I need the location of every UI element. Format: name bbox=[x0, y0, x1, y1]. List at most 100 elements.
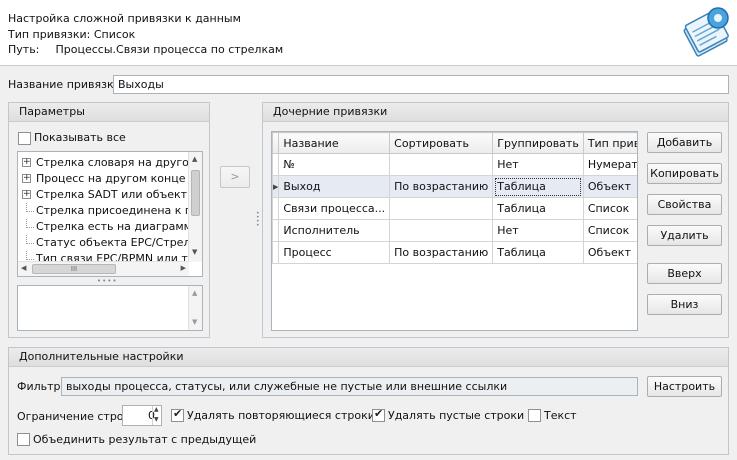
extra-settings-title: Дополнительные настройки bbox=[9, 348, 728, 367]
expand-plus-icon[interactable]: + bbox=[22, 158, 31, 167]
cell-name[interactable]: Процесс bbox=[278, 241, 391, 264]
cell-group[interactable]: Нет bbox=[492, 219, 584, 242]
parameter-description-box[interactable]: ▲ ▼ bbox=[17, 285, 203, 331]
column-header-sort[interactable]: Сортировать bbox=[389, 132, 494, 154]
cell-name[interactable]: Выход bbox=[278, 175, 391, 198]
show-all-checkbox[interactable] bbox=[18, 132, 31, 145]
column-header-group[interactable]: Группировать bbox=[492, 132, 584, 154]
cell-group[interactable]: Таблица bbox=[492, 175, 584, 198]
extra-settings-panel: Дополнительные настройки Фильтр выходы п… bbox=[8, 347, 729, 455]
column-header-type[interactable]: Тип привязки bbox=[582, 132, 637, 154]
tree-item-label: Стрелка есть на диаграмме bbox=[36, 220, 199, 233]
move-to-children-button[interactable]: > bbox=[220, 166, 250, 188]
cell-name[interactable]: № bbox=[278, 153, 391, 176]
panel-splitter[interactable]: •••• bbox=[97, 277, 118, 285]
scroll-up-icon[interactable]: ▲ bbox=[192, 155, 197, 163]
cell-sort[interactable]: По возрастанию bbox=[389, 241, 494, 264]
table-row[interactable]: ▶ Выход По возрастанию Таблица Объект bbox=[272, 175, 637, 198]
binding-type-line: Тип привязки: Список bbox=[8, 28, 135, 41]
delete-button[interactable]: Удалить bbox=[647, 225, 722, 246]
cell-type[interactable]: Объект bbox=[582, 175, 637, 198]
cell-name[interactable]: Исполнитель bbox=[278, 219, 391, 242]
move-down-button[interactable]: Вниз bbox=[647, 294, 722, 315]
tree-item-label: Процесс на другом конце bbox=[36, 172, 186, 185]
tree-item-label: Статус объекта EPC/Стрел bbox=[36, 236, 191, 249]
scroll-right-icon[interactable]: ▶ bbox=[181, 264, 186, 272]
tree-line-icon bbox=[26, 203, 34, 212]
table-row[interactable]: № НетНумератор bbox=[272, 153, 637, 176]
properties-button[interactable]: Свойства bbox=[647, 194, 722, 215]
text-checkbox[interactable] bbox=[528, 409, 541, 422]
tree-line-icon bbox=[26, 219, 34, 228]
desc-scroll-up-icon[interactable]: ▲ bbox=[192, 289, 197, 297]
spinner-buttons[interactable]: ▲ ▼ bbox=[152, 406, 161, 425]
hscroll-thumb[interactable]: III bbox=[32, 264, 116, 274]
copy-button[interactable]: Копировать bbox=[647, 163, 722, 184]
tree-horizontal-scrollbar[interactable]: ◀ III ▶ bbox=[18, 261, 189, 276]
parameters-panel: Параметры Показывать все + Стрелка словар… bbox=[8, 102, 210, 338]
child-bindings-panel: Дочерние привязки Название Сортировать Г… bbox=[262, 102, 729, 338]
cell-sort[interactable] bbox=[389, 197, 494, 220]
parameters-title: Параметры bbox=[9, 103, 209, 122]
scroll-thumb[interactable] bbox=[191, 170, 200, 216]
cell-type[interactable]: Объект bbox=[582, 241, 637, 264]
child-bindings-title: Дочерние привязки bbox=[263, 103, 728, 122]
spin-down-icon[interactable]: ▼ bbox=[154, 416, 159, 423]
path-label: Путь: bbox=[8, 43, 40, 56]
vertical-splitter[interactable]: • • • • bbox=[256, 211, 260, 229]
remove-empty-checkbox[interactable] bbox=[372, 407, 385, 422]
binding-name-label: Название привязки bbox=[8, 78, 121, 91]
child-bindings-grid[interactable]: Название Сортировать Группировать Тип пр… bbox=[271, 131, 638, 331]
cell-type[interactable]: Список bbox=[582, 197, 637, 220]
table-row[interactable]: Процесс По возрастанию Таблица Объект bbox=[272, 241, 637, 264]
path-value: Процессы.Связи процесса по стрелкам bbox=[55, 43, 284, 56]
filter-label: Фильтр bbox=[17, 380, 61, 393]
remove-empty-label: Удалять пустые строки bbox=[388, 409, 525, 422]
row-limit-label: Ограничение строк bbox=[17, 410, 131, 423]
table-row[interactable]: Связи процесса... Таблица Список bbox=[272, 197, 637, 220]
tree-line-icon bbox=[26, 235, 34, 244]
parameters-tree[interactable]: + Стрелка словаря на другом + Процесс на др… bbox=[17, 151, 203, 277]
dialog-title: Настройка сложной привязки к данным bbox=[8, 12, 241, 25]
merge-result-label: Объединить результат с предыдущей bbox=[33, 433, 257, 446]
scroll-left-icon[interactable]: ◀ bbox=[21, 264, 26, 272]
tree-vertical-scrollbar[interactable]: ▲ ▼ bbox=[188, 152, 202, 262]
scroll-down-icon[interactable]: ▼ bbox=[192, 248, 197, 256]
tree-line-icon bbox=[26, 251, 34, 260]
grid-header-row: Название Сортировать Группировать Тип пр… bbox=[272, 132, 637, 154]
remove-duplicates-label: Удалять повторяющиеся строки bbox=[187, 409, 375, 422]
text-label: Текст bbox=[544, 409, 577, 422]
cell-sort[interactable]: По возрастанию bbox=[389, 175, 494, 198]
binding-name-input[interactable]: Выходы bbox=[113, 75, 729, 94]
description-scrollbar[interactable]: ▲ ▼ bbox=[188, 286, 202, 330]
document-settings-icon bbox=[683, 7, 729, 57]
spin-up-icon[interactable]: ▲ bbox=[154, 406, 159, 413]
filter-input[interactable]: выходы процесса, статусы, или служебные … bbox=[61, 377, 638, 396]
tree-item-label: Стрелка присоединена к пр bbox=[36, 204, 200, 217]
show-all-label: Показывать все bbox=[34, 131, 126, 144]
expand-plus-icon[interactable]: + bbox=[22, 174, 31, 183]
add-button[interactable]: Добавить bbox=[647, 132, 722, 153]
expand-plus-icon[interactable]: + bbox=[22, 190, 31, 199]
cell-type[interactable]: Список bbox=[582, 219, 637, 242]
row-limit-spinner[interactable]: 0 ▲ ▼ bbox=[122, 405, 162, 426]
desc-scroll-down-icon[interactable]: ▼ bbox=[192, 318, 197, 326]
table-row[interactable]: Исполнитель Нет Список bbox=[272, 219, 637, 242]
cell-group[interactable]: Таблица bbox=[492, 241, 584, 264]
merge-result-checkbox[interactable] bbox=[17, 433, 30, 446]
binding-type-value: Список bbox=[93, 28, 136, 41]
cell-group[interactable]: Нет bbox=[492, 153, 584, 176]
cell-name[interactable]: Связи процесса... bbox=[278, 197, 391, 220]
remove-duplicates-checkbox[interactable] bbox=[171, 407, 184, 422]
cell-sort[interactable] bbox=[389, 153, 494, 176]
tree-item-label: Стрелка SADT или объект E bbox=[36, 188, 198, 201]
binding-type-label: Тип привязки: bbox=[8, 28, 91, 41]
configure-button[interactable]: Настроить bbox=[647, 376, 722, 397]
tree-item-label: Стрелка словаря на другом bbox=[36, 156, 198, 169]
cell-sort[interactable] bbox=[389, 219, 494, 242]
path-line: Путь: Процессы.Связи процесса по стрелка… bbox=[8, 43, 283, 56]
move-up-button[interactable]: Вверх bbox=[647, 263, 722, 284]
cell-type[interactable]: Нумератор bbox=[582, 153, 637, 176]
cell-group[interactable]: Таблица bbox=[492, 197, 584, 220]
column-header-name[interactable]: Название bbox=[278, 132, 391, 154]
